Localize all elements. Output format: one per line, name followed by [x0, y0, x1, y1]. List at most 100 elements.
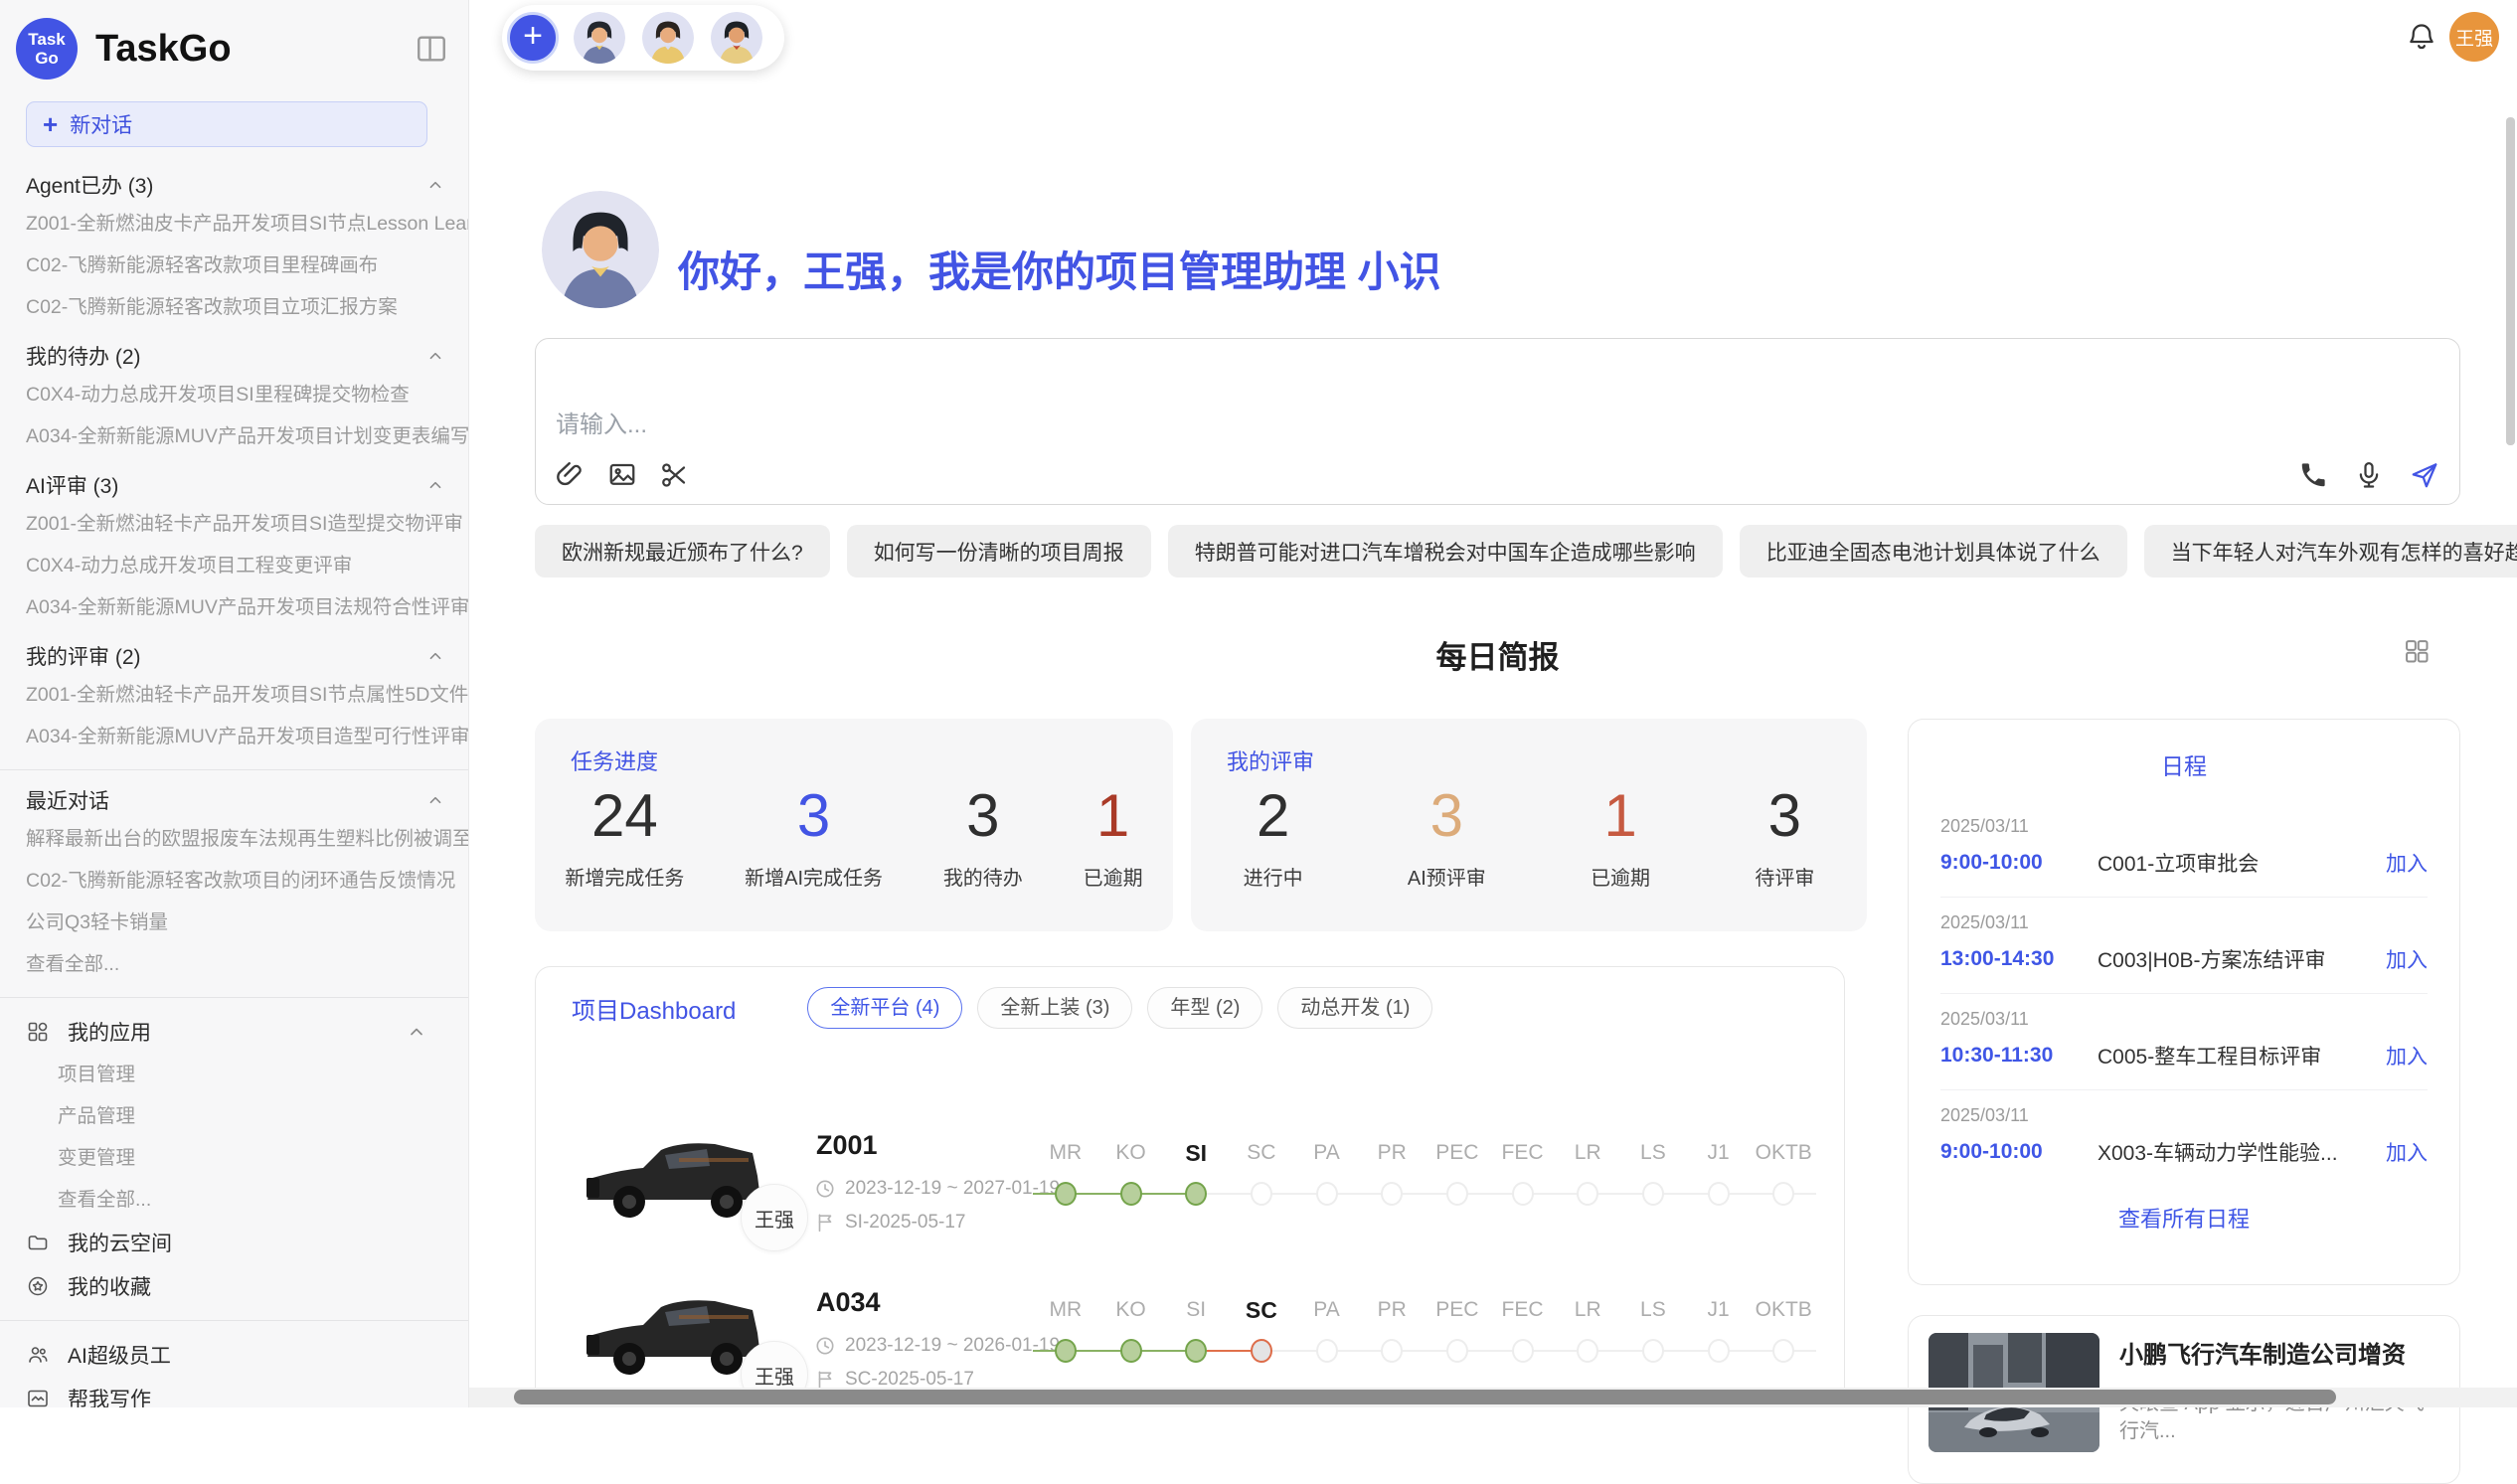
join-button[interactable]: 加入 — [2386, 1137, 2428, 1167]
join-button[interactable]: 加入 — [2386, 848, 2428, 878]
sidebar-item[interactable]: A034-全新新能源MUV产品开发项目造型可行性评审 — [0, 716, 468, 757]
suggestion-chip[interactable]: 特朗普可能对进口汽车增税会对中国车企造成哪些影响 — [1168, 525, 1723, 577]
suggestion-chip[interactable]: 比亚迪全固态电池计划具体说了什么 — [1740, 525, 2127, 577]
phone-icon[interactable] — [2298, 460, 2328, 490]
vertical-scrollbar[interactable] — [2506, 117, 2515, 445]
dashboard-tab[interactable]: 动总开发 (1) — [1277, 987, 1432, 1029]
join-button[interactable]: 加入 — [2386, 1041, 2428, 1071]
stat: 3我的待办 — [943, 782, 1023, 891]
avatar-2[interactable] — [640, 10, 696, 66]
image-icon[interactable] — [607, 460, 637, 490]
milestone-track — [1359, 1329, 1425, 1375]
new-chat-label: 新对话 — [70, 109, 132, 139]
dashboard-tab[interactable]: 全新平台 (4) — [807, 987, 962, 1029]
sidebar-item[interactable]: A034-全新新能源MUV产品开发项目法规符合性评审 — [0, 586, 468, 628]
recent-item[interactable]: 公司Q3轻卡销量 — [0, 902, 468, 943]
schedule-event: 2025/03/119:00-10:00C001-立项审批会加入 — [1940, 801, 2428, 898]
sidebar-link-badge[interactable]: 我的收藏 — [0, 1264, 468, 1308]
milestone: PR — [1359, 1291, 1425, 1375]
sidebar-item[interactable]: C0X4-动力总成开发项目工程变更评审 — [0, 545, 468, 586]
view-all-schedule-link[interactable]: 查看所有日程 — [1940, 1202, 2428, 1234]
milestone-label: MR — [1033, 1134, 1098, 1172]
app-item[interactable]: 产品管理 — [0, 1095, 468, 1137]
mic-icon[interactable] — [2354, 460, 2384, 490]
news-title: 小鹏飞行汽车制造公司增资 — [2119, 1335, 2439, 1370]
layout-grid-icon[interactable] — [2403, 637, 2431, 665]
send-icon[interactable] — [2410, 460, 2439, 490]
avatar-1[interactable] — [572, 10, 627, 66]
sidebar-item[interactable]: Z001-全新燃油轻卡产品开发项目SI造型提交物评审 — [0, 503, 468, 545]
view-all-recent[interactable]: 查看全部... — [0, 943, 468, 985]
milestone: LS — [1620, 1291, 1686, 1375]
app-item[interactable]: 项目管理 — [0, 1054, 468, 1095]
sidebar-item[interactable]: C02-飞腾新能源轻客改款项目立项汇报方案 — [0, 286, 468, 328]
user-avatar[interactable]: 王强 — [2449, 12, 2499, 62]
suggestion-chips: 欧洲新规最近颁布了什么? 如何写一份清晰的项目周报特朗普可能对进口汽车增税会对中国… — [535, 525, 2483, 577]
milestone-label: J1 — [1686, 1134, 1752, 1172]
recent-conversations: 最近对话解释最新出台的欧盟报废车法规再生塑料比例被调至15%...C02-飞腾新… — [0, 782, 468, 985]
sidebar-link-folder[interactable]: 我的云空间 — [0, 1221, 468, 1264]
avatar-3[interactable] — [709, 10, 764, 66]
milestone: FEC — [1490, 1134, 1556, 1218]
collapse-sidebar-icon[interactable] — [415, 32, 448, 66]
chevron-up-icon — [405, 1020, 428, 1044]
milestone-label: LS — [1620, 1134, 1686, 1172]
sidebar-group-header[interactable]: AI评审 (3) — [0, 467, 468, 503]
suggestion-chip[interactable]: 欧洲新规最近颁布了什么? — [535, 525, 830, 577]
milestone-label: SC — [1229, 1134, 1294, 1172]
view-all-apps[interactable]: 查看全部... — [0, 1179, 468, 1221]
horizontal-scrollbar[interactable] — [514, 1390, 2336, 1404]
my-apps-header[interactable]: 我的应用 — [0, 1010, 468, 1054]
sidebar-group-header[interactable]: 我的评审 (2) — [0, 638, 468, 674]
app-item[interactable]: 变更管理 — [0, 1137, 468, 1179]
scissors-icon[interactable] — [659, 460, 689, 490]
project-flag: SI-2025-05-17 — [814, 1212, 965, 1234]
sidebar-item[interactable]: C0X4-动力总成开发项目SI里程碑提交物检查 — [0, 374, 468, 415]
sidebar-link-write[interactable]: 帮我写作 — [0, 1377, 468, 1407]
sidebar-item[interactable]: C02-飞腾新能源轻客改款项目里程碑画布 — [0, 245, 468, 286]
event-title: X003-车辆动力学性能验... — [2098, 1137, 2378, 1167]
greeting: 你好，王强，我是你的项目管理助理 小识 — [678, 239, 1441, 299]
milestone-label: LS — [1620, 1291, 1686, 1329]
milestone-dot — [1185, 1182, 1207, 1206]
sidebar-item[interactable]: Z001-全新燃油皮卡产品开发项目SI节点Lesson Learn报告 — [0, 203, 468, 245]
dashboard-tab[interactable]: 全新上装 (3) — [977, 987, 1132, 1029]
milestone: OKTB — [1751, 1134, 1816, 1218]
bell-icon[interactable] — [2405, 21, 2438, 55]
milestone: FEC — [1490, 1291, 1556, 1375]
logo-line1: Task — [28, 30, 66, 49]
add-conversation-button[interactable]: + — [507, 12, 559, 64]
clock-icon — [814, 1178, 836, 1200]
recent-header[interactable]: 最近对话 — [0, 782, 468, 818]
new-chat-button[interactable]: + 新对话 — [26, 101, 427, 147]
sidebar-item[interactable]: A034-全新新能源MUV产品开发项目计划变更表编写 — [0, 415, 468, 457]
sidebar-group-header[interactable]: Agent已办 (3) — [0, 167, 468, 203]
sidebar-group-header[interactable]: 我的待办 (2) — [0, 338, 468, 374]
people-icon — [26, 1343, 50, 1367]
join-button[interactable]: 加入 — [2386, 944, 2428, 974]
paperclip-icon[interactable] — [556, 460, 586, 490]
event-main: 13:00-14:30C003|H0B-方案冻结评审加入 — [1940, 944, 2428, 974]
suggestion-chip[interactable]: 当下年轻人对汽车外观有怎样的喜好趋势 — [2144, 525, 2517, 577]
stat: 1已逾期 — [1084, 782, 1143, 891]
milestone-track — [1686, 1172, 1752, 1218]
composer[interactable]: 请输入... — [535, 338, 2460, 505]
stat-value: 1 — [1084, 782, 1143, 850]
event-main: 9:00-10:00X003-车辆动力学性能验...加入 — [1940, 1137, 2428, 1167]
milestone-track — [1751, 1329, 1816, 1375]
milestone-dot — [1772, 1339, 1794, 1363]
milestone-dot — [1577, 1339, 1598, 1363]
milestone-track — [1294, 1172, 1360, 1218]
schedule-title: 日程 — [1940, 747, 2428, 781]
recent-item[interactable]: C02-飞腾新能源轻客改款项目的闭环通告反馈情况 — [0, 860, 468, 902]
sidebar-link-people[interactable]: AI超级员工 — [0, 1333, 468, 1377]
stat-value: 3 — [1755, 782, 1814, 850]
dashboard-tab[interactable]: 年型 (2) — [1147, 987, 1262, 1029]
sidebar-item[interactable]: Z001-全新燃油轻卡产品开发项目SI节点属性5D文件评审 — [0, 674, 468, 716]
milestone: KO — [1098, 1134, 1164, 1218]
recent-item[interactable]: 解释最新出台的欧盟报废车法规再生塑料比例被调至15%... — [0, 818, 468, 860]
milestone: KO — [1098, 1291, 1164, 1375]
suggestion-chip[interactable]: 如何写一份清晰的项目周报 — [847, 525, 1151, 577]
stat: 2进行中 — [1244, 782, 1303, 891]
divider — [0, 1320, 468, 1321]
